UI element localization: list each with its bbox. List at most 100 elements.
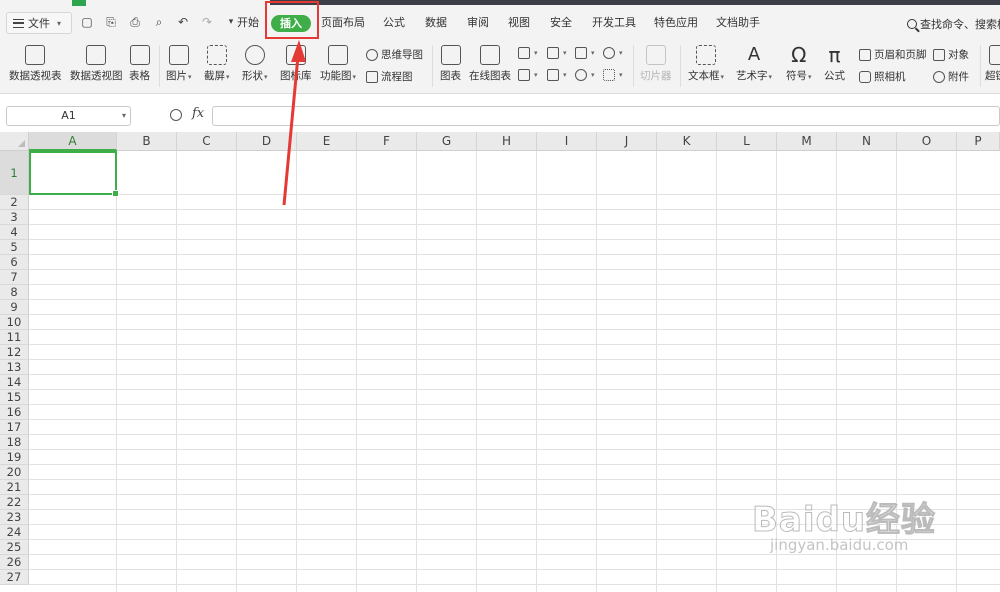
customize-toolbar-icon[interactable]: ▾ xyxy=(224,15,238,29)
export-pdf-icon[interactable]: ⎘ xyxy=(104,15,118,29)
column-header-n[interactable]: N xyxy=(837,132,897,151)
row-header-22[interactable]: 22 xyxy=(0,495,29,510)
header-footer-button[interactable]: 页眉和页脚 xyxy=(859,47,927,62)
row-header-26[interactable]: 26 xyxy=(0,555,29,570)
column-header-g[interactable]: G xyxy=(417,132,477,151)
column-header-b[interactable]: B xyxy=(117,132,177,151)
attachment-button[interactable]: 附件 xyxy=(933,69,969,84)
tab-doc-assistant[interactable]: 文档助手 xyxy=(716,15,760,31)
row-header-3[interactable]: 3 xyxy=(0,210,29,225)
zoom-icon[interactable] xyxy=(170,109,182,121)
row-header-10[interactable]: 10 xyxy=(0,315,29,330)
column-header-j[interactable]: J xyxy=(597,132,657,151)
row-header-23[interactable]: 23 xyxy=(0,510,29,525)
print-preview-icon[interactable]: ⌕ xyxy=(152,15,166,29)
print-icon[interactable]: ⎙ xyxy=(128,15,142,29)
scatter-chart-button[interactable]: ▾ xyxy=(603,69,623,81)
row-header-14[interactable]: 14 xyxy=(0,375,29,390)
column-header-k[interactable]: K xyxy=(657,132,717,151)
object-button[interactable]: 对象 xyxy=(933,47,969,62)
slicer-button[interactable]: 切片器 xyxy=(640,45,672,83)
insert-function-button[interactable]: fx xyxy=(192,106,204,121)
area-chart-button[interactable]: ▾ xyxy=(518,69,538,81)
line-chart-button[interactable]: ▾ xyxy=(575,47,595,59)
row-header-24[interactable]: 24 xyxy=(0,525,29,540)
row-gridline xyxy=(29,239,1000,240)
hyperlink-button[interactable]: 超链 xyxy=(985,45,1000,83)
row-header-16[interactable]: 16 xyxy=(0,405,29,420)
tab-security[interactable]: 安全 xyxy=(550,15,572,31)
column-header-p[interactable]: P xyxy=(957,132,1000,151)
tab-view[interactable]: 视图 xyxy=(508,15,530,31)
tab-developer[interactable]: 开发工具 xyxy=(592,15,636,31)
pie-chart-button[interactable]: ▾ xyxy=(575,69,595,81)
symbol-button[interactable]: Ω 符号▾ xyxy=(786,45,812,84)
wordart-button[interactable]: A 艺术字▾ xyxy=(736,45,772,84)
column-header-c[interactable]: C xyxy=(177,132,237,151)
column-header-h[interactable]: H xyxy=(477,132,537,151)
column-header-a[interactable]: A xyxy=(29,132,117,151)
flowchart-button[interactable]: 流程图 xyxy=(366,69,413,84)
row-header-15[interactable]: 15 xyxy=(0,390,29,405)
row-header-12[interactable]: 12 xyxy=(0,345,29,360)
radar-chart-button[interactable]: ▾ xyxy=(603,47,623,59)
bar-chart-button[interactable]: ▾ xyxy=(547,47,567,59)
row-header-25[interactable]: 25 xyxy=(0,540,29,555)
column-header-f[interactable]: F xyxy=(357,132,417,151)
row-header-20[interactable]: 20 xyxy=(0,465,29,480)
row-header-1[interactable]: 1 xyxy=(0,151,29,195)
row-header-19[interactable]: 19 xyxy=(0,450,29,465)
row-header-5[interactable]: 5 xyxy=(0,240,29,255)
row-header-13[interactable]: 13 xyxy=(0,360,29,375)
camera-button[interactable]: 照相机 xyxy=(859,69,906,84)
screenshot-button[interactable]: 截屏▾ xyxy=(204,45,230,84)
column-header-i[interactable]: I xyxy=(537,132,597,151)
equation-button[interactable]: π 公式 xyxy=(824,45,845,83)
pivot-chart-button[interactable]: 数据透视图 xyxy=(70,45,123,83)
tab-review[interactable]: 审阅 xyxy=(467,15,489,31)
row-header-7[interactable]: 7 xyxy=(0,270,29,285)
undo-icon[interactable]: ↶ xyxy=(176,15,190,29)
column-header-e[interactable]: E xyxy=(297,132,357,151)
formula-input[interactable] xyxy=(212,106,1000,126)
table-button[interactable]: 表格 xyxy=(129,45,150,83)
row-header-17[interactable]: 17 xyxy=(0,420,29,435)
active-cell[interactable] xyxy=(29,151,119,197)
textbox-button[interactable]: 文本框▾ xyxy=(688,45,724,84)
row-header-21[interactable]: 21 xyxy=(0,480,29,495)
column-header-l[interactable]: L xyxy=(717,132,777,151)
command-search[interactable]: 查找命令、搜索模 xyxy=(907,16,1000,32)
tab-special-apps[interactable]: 特色应用 xyxy=(654,15,698,31)
save-icon[interactable]: ▢ xyxy=(80,15,94,29)
icon-library-button[interactable]: 图标库 xyxy=(280,45,312,83)
column-chart-button[interactable]: ▾ xyxy=(518,47,538,59)
file-menu-button[interactable]: 文件 ▾ xyxy=(6,12,72,34)
row-header-9[interactable]: 9 xyxy=(0,300,29,315)
tab-data[interactable]: 数据 xyxy=(425,15,447,31)
select-all-corner[interactable] xyxy=(0,132,29,151)
tab-page-layout[interactable]: 页面布局 xyxy=(321,15,365,31)
row-header-27[interactable]: 27 xyxy=(0,570,29,585)
tab-formulas[interactable]: 公式 xyxy=(383,15,405,31)
row-header-8[interactable]: 8 xyxy=(0,285,29,300)
flowchart-icon xyxy=(366,70,378,83)
picture-button[interactable]: 图片▾ xyxy=(166,45,192,84)
column-header-m[interactable]: M xyxy=(777,132,837,151)
row-header-2[interactable]: 2 xyxy=(0,195,29,210)
column-header-d[interactable]: D xyxy=(237,132,297,151)
chart-button[interactable]: 图表 xyxy=(440,45,461,83)
pivot-table-button[interactable]: 数据透视表 xyxy=(9,45,62,83)
stock-chart-button[interactable]: ▾ xyxy=(547,69,567,81)
function-chart-button[interactable]: 功能图▾ xyxy=(320,45,356,84)
row-header-18[interactable]: 18 xyxy=(0,435,29,450)
row-header-11[interactable]: 11 xyxy=(0,330,29,345)
mind-map-button[interactable]: 思维导图 xyxy=(366,47,423,62)
row-header-6[interactable]: 6 xyxy=(0,255,29,270)
online-chart-button[interactable]: 在线图表 xyxy=(469,45,511,83)
name-box[interactable]: A1 ▾ xyxy=(6,106,131,126)
column-header-o[interactable]: O xyxy=(897,132,957,151)
tab-home[interactable]: 开始 xyxy=(237,15,259,31)
row-header-4[interactable]: 4 xyxy=(0,225,29,240)
shape-button[interactable]: 形状▾ xyxy=(242,45,268,84)
redo-icon[interactable]: ↷ xyxy=(200,15,214,29)
